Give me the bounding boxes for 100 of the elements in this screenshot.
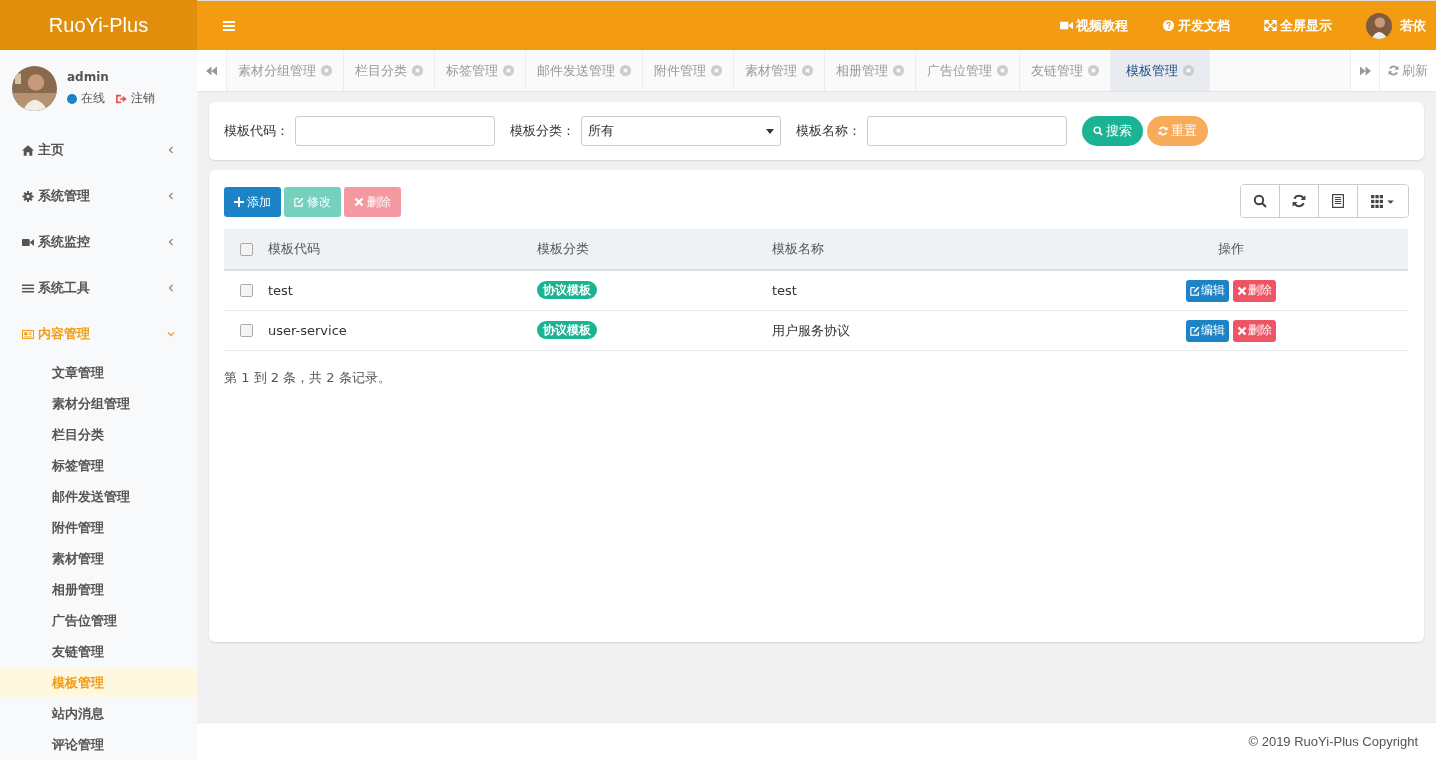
double-right-icon [1359,65,1371,76]
cross-icon [1237,285,1247,296]
scroll-right-button[interactable] [1350,50,1380,91]
table-cell: test [268,283,293,298]
double-left-icon [206,65,217,76]
cross-icon [354,197,364,207]
caret-icon [766,128,774,134]
sidebar-subitem[interactable]: 相册管理 [0,574,197,605]
close-icon[interactable] [321,65,332,76]
category-tag: 协议模板 [537,281,597,299]
search-icon [1093,126,1103,136]
search-icon [1253,194,1267,208]
page-tab[interactable]: 模板管理 [1111,50,1210,91]
header-link[interactable]: 视频教程 [1060,16,1128,35]
close-icon[interactable] [1183,65,1194,76]
close-icon[interactable] [711,65,722,76]
page-tab[interactable]: 标签管理 [435,50,526,91]
sidebar-subitem[interactable]: 文章管理 [0,357,197,388]
sidebar-item[interactable]: 主页 [0,127,197,173]
chevron-left-icon [167,284,175,292]
header-link[interactable]: 开发文档 [1162,16,1230,35]
table-cell: user-service [268,323,347,338]
bars-icon [22,282,34,294]
user-name[interactable]: 若依 [1400,16,1426,35]
input-field[interactable] [295,116,495,146]
menu-icon[interactable] [223,20,235,31]
category-select[interactable]: 所有 [581,116,781,146]
sidebar-item[interactable]: 系统工具 [0,265,197,311]
edit-button[interactable]: 编辑 [1186,279,1229,302]
sidebar-item[interactable]: 内容管理 [0,311,197,357]
plus-icon [234,197,244,207]
pagination-info: 第 1 到 2 条，共 2 条记录。 [224,369,392,387]
column-header: 模板分类 [537,241,589,256]
close-icon[interactable] [1088,65,1099,76]
logout-link[interactable]: 注销 [131,90,155,107]
chevron-left-icon [167,238,175,246]
row-checkbox[interactable] [239,284,253,297]
close-icon[interactable] [412,65,423,76]
sign-out-icon [115,93,127,104]
cross-icon [1237,325,1247,336]
edit-icon [294,197,304,207]
user-name: admin [67,70,110,84]
close-icon[interactable] [503,65,514,76]
copyright-text: © 2019 RuoYi-Plus Copyright [1248,734,1418,749]
page-tab[interactable]: 邮件发送管理 [526,50,643,91]
video-camera-icon [1060,20,1073,31]
page-tab[interactable]: 相册管理 [825,50,916,91]
home-icon [22,144,34,156]
sidebar-subitem[interactable]: 栏目分类 [0,419,197,450]
refresh-icon [1292,194,1306,208]
table-cell: 用户服务协议 [772,322,850,338]
sidebar-subitem[interactable]: 标签管理 [0,450,197,481]
select-all-checkbox[interactable] [239,242,253,256]
sidebar-item[interactable]: 系统监控 [0,219,197,265]
chevron-left-icon [167,146,175,154]
fullscreen-icon [1264,20,1277,31]
page-tab[interactable]: 广告位管理 [916,50,1020,91]
sidebar-item[interactable]: 系统管理 [0,173,197,219]
refresh-button[interactable]: 刷新 [1380,50,1436,91]
page-tab[interactable]: 素材管理 [734,50,825,91]
field-label: 模板分类： [510,122,575,140]
refresh-icon [1388,65,1399,76]
sidebar-subitem[interactable]: 邮件发送管理 [0,481,197,512]
close-icon[interactable] [802,65,813,76]
brand-logo: RuoYi-Plus [0,0,197,50]
video-camera-icon [22,236,34,248]
grid-icon [1371,194,1395,208]
sidebar-subitem[interactable]: 模板管理 [0,667,197,698]
sidebar-subitem[interactable]: 评论管理 [0,729,197,760]
close-icon[interactable] [997,65,1008,76]
header-link[interactable]: 全屏显示 [1264,16,1332,35]
input-field[interactable] [867,116,1067,146]
sidebar-subitem[interactable]: 站内消息 [0,698,197,729]
column-header: 操作 [1218,240,1244,258]
gear-icon [22,190,34,202]
sidebar-subitem[interactable]: 友链管理 [0,636,197,667]
row-checkbox[interactable] [239,324,253,337]
close-icon[interactable] [893,65,904,76]
sidebar-subitem[interactable]: 素材管理 [0,543,197,574]
page-tab[interactable]: 素材分组管理 [227,50,344,91]
sidebar-subitem[interactable]: 素材分组管理 [0,388,197,419]
edit-button[interactable]: 编辑 [1186,319,1229,342]
search-button[interactable]: 搜索 [1082,116,1143,146]
sidebar-subitem[interactable]: 附件管理 [0,512,197,543]
table-cell: test [772,283,797,298]
chevron-down-icon [167,330,175,338]
add-button[interactable]: 添加 [224,187,281,217]
scroll-left-button[interactable] [197,50,227,91]
field-label: 模板代码： [224,122,289,140]
page-tab[interactable]: 栏目分类 [344,50,435,91]
close-icon[interactable] [620,65,631,76]
delete-button[interactable]: 删除 [1233,279,1276,302]
refresh-icon [1158,126,1168,136]
delete-button[interactable]: 删除 [1233,319,1276,342]
sidebar-subitem[interactable]: 广告位管理 [0,605,197,636]
edit-icon [1190,285,1200,296]
search-button[interactable] [1241,185,1280,217]
field-label: 模板名称： [796,122,861,140]
category-tag: 协议模板 [537,321,597,339]
page-tab[interactable]: 附件管理 [643,50,734,91]
